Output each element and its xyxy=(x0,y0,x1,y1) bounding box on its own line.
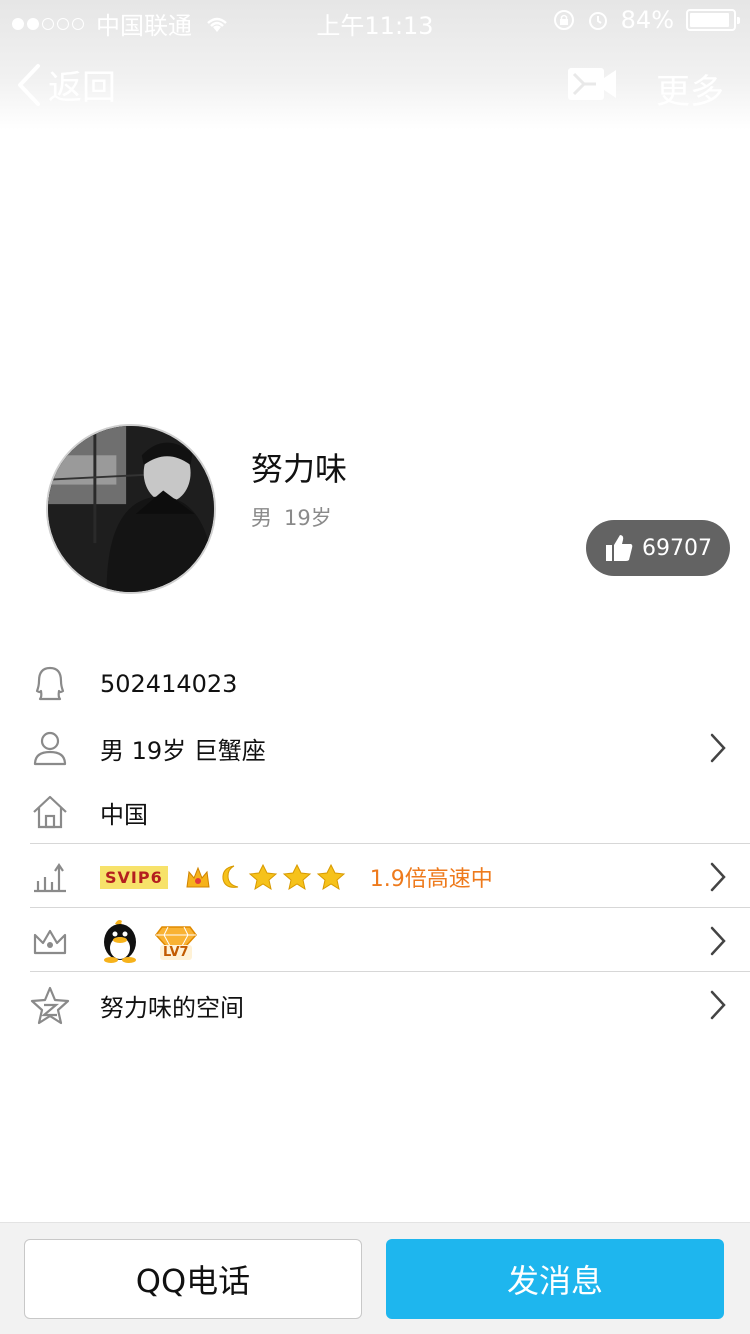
qzone-star-icon xyxy=(30,986,70,1025)
thumbs-up-icon xyxy=(606,535,633,561)
battery-icon xyxy=(686,9,740,31)
penguin-outline-icon xyxy=(35,666,65,701)
star-icon xyxy=(282,863,311,891)
chevron-right-icon xyxy=(710,733,726,763)
nickname: 努力味 xyxy=(251,450,348,488)
gender: 男 xyxy=(251,506,272,530)
avatar-photo xyxy=(48,426,214,592)
like-button[interactable]: 69707 xyxy=(586,520,730,576)
location-text: 中国 xyxy=(100,800,148,829)
divider xyxy=(30,907,750,908)
chevron-right-icon xyxy=(710,926,726,956)
vip-info: SVIP6 1.9倍高速中 xyxy=(100,861,493,893)
qq-number: 502414023 xyxy=(100,670,238,698)
back-button[interactable]: 返回 xyxy=(14,60,116,109)
send-message-button[interactable]: 发消息 xyxy=(386,1239,724,1319)
star-icon xyxy=(248,863,277,891)
avatar[interactable] xyxy=(46,424,216,594)
growth-chart-icon xyxy=(34,863,66,893)
details-text: 男 19岁 巨蟹座 xyxy=(100,736,266,765)
list-item-location: 中国 xyxy=(0,780,750,844)
person-icon xyxy=(33,731,67,766)
status-bar: 中国联通 上午11:13 84% xyxy=(0,0,750,40)
chevron-left-icon xyxy=(18,63,40,106)
crown-outline-icon xyxy=(33,929,67,955)
bottom-action-bar: QQ电话 发消息 xyxy=(0,1222,750,1334)
chevron-right-icon xyxy=(710,862,726,892)
home-icon xyxy=(33,795,67,829)
back-label: 返回 xyxy=(48,68,116,108)
space-text: 努力味的空间 xyxy=(100,993,244,1022)
crown-icon xyxy=(186,866,210,888)
rotation-lock-icon xyxy=(553,10,574,30)
qq-level-badges: LV7 xyxy=(100,918,198,964)
status-right: 84% xyxy=(553,6,740,34)
chevron-right-icon xyxy=(710,990,726,1020)
diamond-level-badge: LV7 xyxy=(154,921,198,961)
list-item-qq-level[interactable]: LV7 xyxy=(0,909,750,973)
qq-call-button[interactable]: QQ电话 xyxy=(24,1239,362,1319)
vip-level-icons xyxy=(184,863,346,891)
profile-subtitle: 男 19岁 xyxy=(251,502,332,532)
more-button[interactable]: 更多 xyxy=(656,64,724,113)
battery-percent: 84% xyxy=(620,6,674,34)
vip-speed-text: 1.9倍高速中 xyxy=(369,867,493,892)
qq-penguin-icon xyxy=(104,920,136,963)
list-item-qq-number: 502414023 xyxy=(0,652,750,716)
list-item-space[interactable]: 努力味的空间 xyxy=(0,973,750,1037)
age: 19岁 xyxy=(284,506,332,530)
moon-icon xyxy=(222,865,238,888)
alarm-icon xyxy=(588,12,607,30)
list-item-vip[interactable]: SVIP6 1.9倍高速中 xyxy=(0,845,750,909)
navigation-bar: 返回 更多 xyxy=(0,40,750,128)
like-count: 69707 xyxy=(642,535,712,561)
divider xyxy=(30,843,750,844)
divider xyxy=(30,971,750,972)
list-item-details[interactable]: 男 19岁 巨蟹座 xyxy=(0,716,750,780)
svip-badge: SVIP6 xyxy=(100,865,168,889)
star-icon xyxy=(316,863,345,891)
qq-level-text: LV7 xyxy=(160,945,192,960)
video-call-icon[interactable] xyxy=(566,64,618,104)
